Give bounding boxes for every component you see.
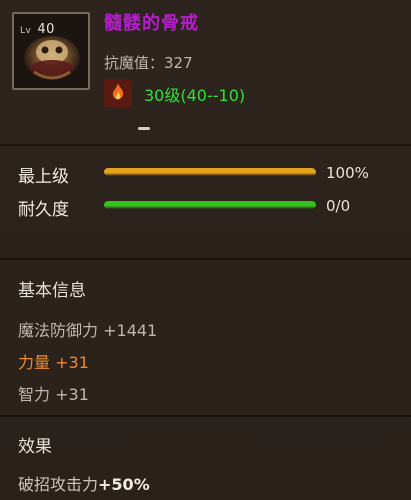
- divider: [0, 144, 411, 146]
- grade-bar-fill: [104, 168, 316, 176]
- requirement-text: 30级(40--10): [144, 86, 246, 105]
- section-title-effects: 效果: [18, 437, 52, 457]
- grade-bar-value: 100%: [326, 164, 369, 182]
- stat-label: 力量: [18, 353, 51, 372]
- durability-bar-fill: [104, 201, 316, 209]
- stat-bonus: +31: [55, 353, 89, 372]
- durability-bar-value: 0/0: [326, 197, 351, 215]
- stat-bonus: +1441: [103, 321, 158, 340]
- resist-value: 327: [164, 54, 193, 72]
- stat-label: 智力: [18, 385, 51, 404]
- effect-label: 破招攻击力: [18, 475, 99, 494]
- item-name: 髓髅的骨戒: [104, 13, 199, 34]
- flame-icon: [112, 83, 124, 100]
- mouse-cursor-marker: [138, 127, 150, 130]
- grade-bar: [104, 168, 316, 176]
- resist-label: 抗魔值：: [104, 54, 165, 72]
- stat-magic-defense: 魔法防御力 +1441: [18, 317, 157, 341]
- item-level: Lv 40: [20, 22, 55, 37]
- stat-bonus: +31: [55, 385, 89, 404]
- stat-strength: 力量 +31: [18, 349, 89, 373]
- effect-bonus: +50%: [98, 475, 150, 494]
- bar-label-durability: 耐久度: [18, 200, 69, 220]
- stat-intelligence: 智力 +31: [18, 381, 89, 405]
- item-tooltip: Lv 40 髓髅的骨戒 抗魔值：327 30级(40--10) 最上级 100% …: [0, 0, 411, 500]
- item-header: Lv 40 髓髅的骨戒 抗魔值：327 30级(40--10): [0, 0, 411, 130]
- resist-row: 抗魔值：327: [104, 52, 193, 73]
- section-title-basic: 基本信息: [18, 281, 86, 301]
- level-value: 40: [37, 22, 55, 37]
- durability-bar: [104, 201, 316, 209]
- level-prefix: Lv: [20, 26, 32, 36]
- item-icon-frame[interactable]: Lv 40: [12, 12, 90, 90]
- stat-label: 魔法防御力: [18, 321, 99, 340]
- divider: [0, 415, 411, 417]
- divider: [0, 258, 411, 260]
- requirement-icon: [104, 79, 132, 107]
- effect-line: 破招攻击力+50%: [18, 471, 150, 495]
- bar-label-grade: 最上级: [18, 167, 69, 187]
